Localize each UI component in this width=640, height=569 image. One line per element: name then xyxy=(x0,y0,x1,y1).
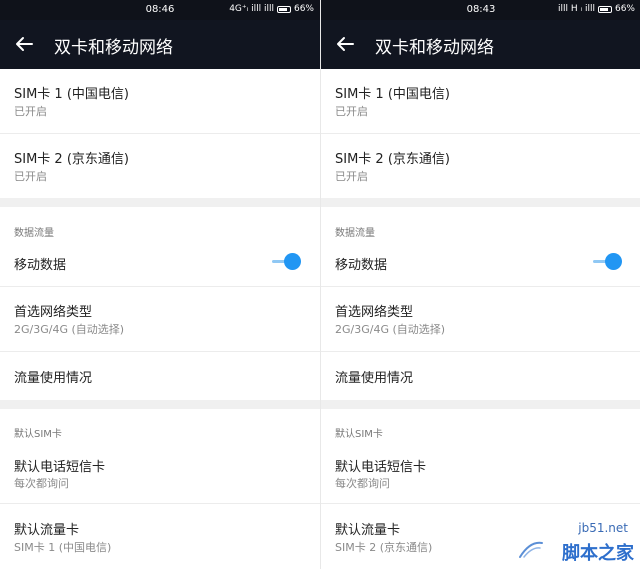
data-usage-item[interactable]: 流量使用情况 xyxy=(0,352,320,400)
sim1-title: SIM卡 1 (中国电信) xyxy=(14,87,129,102)
signal-indicator: 4G⁺ᵢ illl illl xyxy=(229,4,274,14)
default-call-sms-title: 默认电话短信卡 xyxy=(335,460,427,475)
default-data-item[interactable]: 默认流量卡 SIM卡 1 (中国电信) xyxy=(0,504,320,569)
sim2-title: SIM卡 2 (京东通信) xyxy=(14,152,129,167)
default-call-sms-item[interactable]: 默认电话短信卡 每次都询问 xyxy=(321,444,640,502)
watermark-url: jb51.net xyxy=(578,521,628,535)
sim1-item[interactable]: SIM卡 1 (中国电信) 已开启 xyxy=(0,69,320,133)
data-usage-label: 流量使用情况 xyxy=(335,371,414,386)
page-title: 双卡和移动网络 xyxy=(375,38,494,58)
data-usage-label: 流量使用情况 xyxy=(14,371,93,386)
sim1-status: 已开启 xyxy=(335,105,368,118)
battery-icon xyxy=(597,5,612,13)
toggle-thumb xyxy=(284,253,301,270)
default-call-sms-value: 每次都询问 xyxy=(335,477,390,490)
default-call-sms-item[interactable]: 默认电话短信卡 每次都询问 xyxy=(0,444,320,502)
page-title: 双卡和移动网络 xyxy=(54,38,173,58)
screenshot-comparison: 08:46 4G⁺ᵢ illl illl 66% 双卡和移动网络 SIM卡 1 … xyxy=(0,0,640,569)
mobile-data-label: 移动数据 xyxy=(335,258,388,273)
sim2-status: 已开启 xyxy=(335,170,368,183)
sim1-title: SIM卡 1 (中国电信) xyxy=(335,87,450,102)
section-header-data: 数据流量 xyxy=(335,228,375,239)
app-bar: 双卡和移动网络 xyxy=(0,20,320,69)
battery-level: 66% xyxy=(293,4,314,14)
back-arrow-icon[interactable] xyxy=(333,32,357,56)
battery-level: 66% xyxy=(614,4,635,14)
mobile-data-item[interactable]: 移动数据 xyxy=(0,244,320,284)
data-usage-item[interactable]: 流量使用情况 xyxy=(321,352,640,400)
default-call-sms-value: 每次都询问 xyxy=(14,477,69,490)
default-call-sms-title: 默认电话短信卡 xyxy=(14,460,106,475)
section-gap xyxy=(0,400,320,409)
toggle-thumb xyxy=(605,253,622,270)
section-gap xyxy=(321,198,640,207)
sim1-item[interactable]: SIM卡 1 (中国电信) 已开启 xyxy=(321,69,640,133)
mobile-data-toggle[interactable] xyxy=(272,253,302,271)
section-header-sim: 默认SIM卡 xyxy=(14,429,62,440)
sim2-status: 已开启 xyxy=(14,170,47,183)
section-gap xyxy=(321,400,640,409)
sim2-item[interactable]: SIM卡 2 (京东通信) 已开启 xyxy=(321,134,640,198)
network-type-item[interactable]: 首选网络类型 2G/3G/4G (自动选择) xyxy=(321,287,640,351)
network-type-title: 首选网络类型 xyxy=(14,305,93,320)
mobile-data-label: 移动数据 xyxy=(14,258,67,273)
signal-indicator: illl H ᵢ illl xyxy=(558,4,595,14)
default-data-value: SIM卡 2 (京东通信) xyxy=(335,541,433,554)
section-gap xyxy=(0,198,320,207)
status-bar: 08:46 4G⁺ᵢ illl illl 66% xyxy=(0,0,320,20)
site-watermark: jb51.net 脚本之家 xyxy=(496,521,636,567)
status-indicators: illl H ᵢ illl 66% xyxy=(558,4,635,14)
network-type-value: 2G/3G/4G (自动选择) xyxy=(335,323,446,336)
network-type-title: 首选网络类型 xyxy=(335,305,414,320)
section-header-sim: 默认SIM卡 xyxy=(335,429,383,440)
sim2-item[interactable]: SIM卡 2 (京东通信) 已开启 xyxy=(0,134,320,198)
watermark-swoosh-icon xyxy=(519,541,543,558)
mobile-data-item[interactable]: 移动数据 xyxy=(321,244,640,284)
network-type-item[interactable]: 首选网络类型 2G/3G/4G (自动选择) xyxy=(0,287,320,351)
app-bar: 双卡和移动网络 xyxy=(321,20,640,69)
default-data-title: 默认流量卡 xyxy=(14,523,80,538)
section-header-data: 数据流量 xyxy=(14,228,54,239)
default-data-title: 默认流量卡 xyxy=(335,523,401,538)
mobile-data-toggle[interactable] xyxy=(593,253,623,271)
sim1-status: 已开启 xyxy=(14,105,47,118)
settings-screen-left: 08:46 4G⁺ᵢ illl illl 66% 双卡和移动网络 SIM卡 1 … xyxy=(0,0,320,569)
watermark-brand: 脚本之家 xyxy=(562,543,634,564)
network-type-value: 2G/3G/4G (自动选择) xyxy=(14,323,125,336)
settings-screen-right: 08:43 illl H ᵢ illl 66% 双卡和移动网络 SIM卡 1 (… xyxy=(320,0,640,569)
sim2-title: SIM卡 2 (京东通信) xyxy=(335,152,450,167)
back-arrow-icon[interactable] xyxy=(12,32,36,56)
status-indicators: 4G⁺ᵢ illl illl 66% xyxy=(229,4,314,14)
battery-icon xyxy=(276,5,291,13)
status-bar: 08:43 illl H ᵢ illl 66% xyxy=(321,0,640,20)
default-data-value: SIM卡 1 (中国电信) xyxy=(14,541,112,554)
